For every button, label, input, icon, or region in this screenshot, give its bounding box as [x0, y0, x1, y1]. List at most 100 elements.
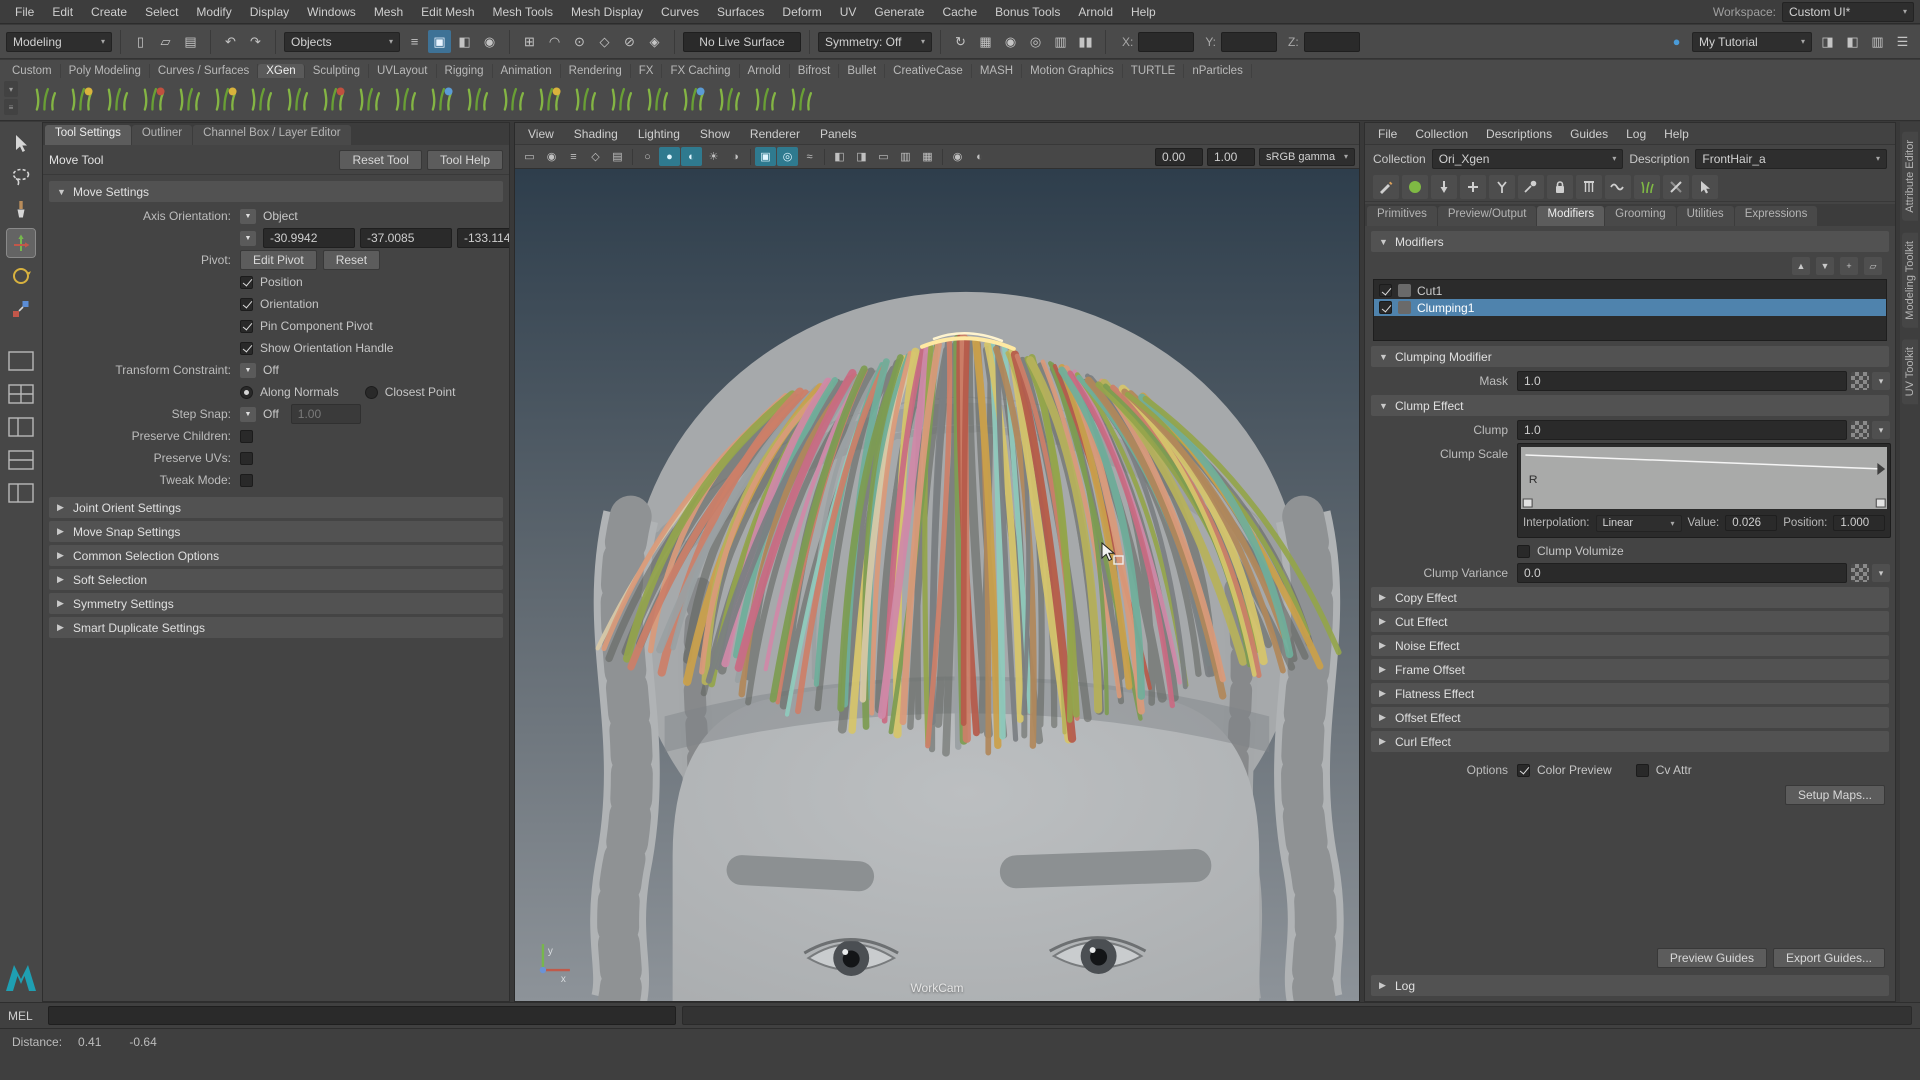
xgen-igs-mirror-icon[interactable]	[748, 82, 782, 116]
tweak-mode-checkbox[interactable]	[240, 474, 253, 487]
shelf-tab-custom[interactable]: Custom	[4, 64, 61, 78]
shelf-tab-bullet[interactable]: Bullet	[839, 64, 885, 78]
xgen-add-guide-icon[interactable]	[208, 82, 242, 116]
preserve-uvs-checkbox[interactable]	[240, 452, 253, 465]
paint-select-tool-icon[interactable]	[7, 196, 35, 224]
workspace-panes-icon[interactable]: ☰	[1891, 30, 1914, 53]
sidebar-toggle-icon[interactable]: ◨	[1816, 30, 1839, 53]
viewport-menu-show[interactable]: Show	[691, 127, 739, 141]
open-render-view-icon[interactable]: ▦	[974, 30, 997, 53]
viewport-menu-shading[interactable]: Shading	[565, 127, 627, 141]
snap-to-grid-icon[interactable]: ⊞	[518, 30, 541, 53]
viewport-canvas[interactable]: y x WorkCam	[515, 169, 1359, 1001]
lock-guides-icon[interactable]	[1547, 175, 1573, 199]
xgen-comb-brush-icon[interactable]	[280, 82, 314, 116]
render-settings-icon[interactable]: ▥	[1049, 30, 1072, 53]
xgen-tab-expressions[interactable]: Expressions	[1735, 206, 1818, 226]
xgen-export-patches-icon[interactable]	[604, 82, 638, 116]
menu-mesh-tools[interactable]: Mesh Tools	[484, 5, 562, 19]
section-modifiers[interactable]: ▼ Modifiers	[1371, 231, 1889, 252]
along-normals-radio[interactable]	[240, 386, 253, 399]
section-move-snap-settings[interactable]: ▶Move Snap Settings	[49, 521, 503, 542]
shelf-tab-mash[interactable]: MASH	[972, 64, 1022, 78]
color-preview-checkbox[interactable]	[1517, 764, 1530, 777]
viewport-menu-panels[interactable]: Panels	[811, 127, 866, 141]
shaded-mode-icon[interactable]: ●	[659, 147, 680, 166]
menu-set-selector[interactable]: Modeling▾	[6, 32, 112, 52]
render-current-frame-icon[interactable]: ◉	[999, 30, 1022, 53]
highlight-selection-icon[interactable]: ◉	[478, 30, 501, 53]
clump-input[interactable]: 1.0	[1517, 420, 1847, 440]
resolution-gate-icon[interactable]: ▭	[873, 147, 894, 166]
isolate-select-icon[interactable]: ◧	[829, 147, 850, 166]
panel-tab-tool-settings[interactable]: Tool Settings	[45, 125, 131, 145]
section-log[interactable]: ▶ Log	[1371, 975, 1889, 996]
transform-constraint-dropdown-icon[interactable]: ▼	[240, 363, 256, 378]
xgen-tab-modifiers[interactable]: Modifiers	[1537, 206, 1604, 226]
mask-options-icon[interactable]: ▾	[1872, 372, 1890, 390]
move-modifier-up-icon[interactable]: ▲	[1792, 257, 1810, 275]
workspace-selector[interactable]: Custom UI* ▾	[1782, 2, 1914, 22]
section-move-settings[interactable]: ▼ Move Settings	[49, 181, 503, 202]
section-common-selection-options[interactable]: ▶Common Selection Options	[49, 545, 503, 566]
reset-pivot-button[interactable]: Reset	[323, 250, 380, 270]
collection-selector[interactable]: Ori_Xgen ▾	[1432, 149, 1624, 169]
export-guides-button[interactable]: Export Guides...	[1773, 948, 1885, 968]
modifier-item-clumping1[interactable]: Clumping1	[1374, 299, 1886, 316]
menu-edit[interactable]: Edit	[43, 5, 82, 19]
bookmarks-icon[interactable]: ◇	[585, 147, 606, 166]
move-tool-icon[interactable]	[7, 229, 35, 257]
menu-modify[interactable]: Modify	[187, 5, 240, 19]
clump-variance-options-icon[interactable]: ▾	[1872, 564, 1890, 582]
xgen-menu-file[interactable]: File	[1369, 127, 1406, 141]
axis-z-input[interactable]: -133.1149	[457, 228, 509, 248]
viewport-select-icon[interactable]: ▭	[519, 147, 540, 166]
clump-options-icon[interactable]: ▾	[1872, 421, 1890, 439]
xgen-igs-sculpt-icon[interactable]	[712, 82, 746, 116]
menu-surfaces[interactable]: Surfaces	[708, 5, 773, 19]
orientation-checkbox[interactable]	[240, 298, 253, 311]
four-pane-layout-icon[interactable]	[7, 380, 35, 408]
clump-map-icon[interactable]	[1851, 421, 1869, 439]
shelf-tab-poly-modeling[interactable]: Poly Modeling	[61, 64, 150, 78]
select-by-hierarchy-icon[interactable]: ≡	[403, 30, 426, 53]
camera-lock-icon[interactable]: ◉	[541, 147, 562, 166]
show-orientation-handle-checkbox[interactable]	[240, 342, 253, 355]
pin-component-pivot-checkbox[interactable]	[240, 320, 253, 333]
shelf-tab-motion-graphics[interactable]: Motion Graphics	[1022, 64, 1123, 78]
xgen-noise-modifier-icon[interactable]	[388, 82, 422, 116]
xgen-move-guide-icon[interactable]	[244, 82, 278, 116]
section-noise-effect[interactable]: ▶Noise Effect	[1371, 635, 1889, 656]
menu-select[interactable]: Select	[136, 5, 187, 19]
motion-blur-icon[interactable]: ≈	[799, 147, 820, 166]
axis-x-input[interactable]: -30.9942	[263, 228, 355, 248]
dock-tab-attribute-editor[interactable]: Attribute Editor	[1902, 132, 1918, 221]
viewport-menu-view[interactable]: View	[519, 127, 563, 141]
xgen-tab-utilities[interactable]: Utilities	[1677, 206, 1734, 226]
single-pane-layout-icon[interactable]	[7, 347, 35, 375]
add-guides-icon[interactable]	[1460, 175, 1486, 199]
axis-orientation-dropdown-icon[interactable]: ▼	[240, 209, 256, 224]
select-by-object-icon[interactable]: ▣	[428, 30, 451, 53]
select-tool-icon[interactable]	[7, 130, 35, 158]
x-coordinate-input[interactable]	[1138, 32, 1194, 52]
contrast-icon[interactable]: ◐	[969, 147, 990, 166]
xgen-menu-guides[interactable]: Guides	[1561, 127, 1617, 141]
xgen-import-patches-icon[interactable]	[640, 82, 674, 116]
ambient-occlusion-icon[interactable]: ◎	[777, 147, 798, 166]
menu-curves[interactable]: Curves	[652, 5, 708, 19]
menu-cache[interactable]: Cache	[933, 5, 986, 19]
snap-to-projected-center-icon[interactable]: ◇	[593, 30, 616, 53]
xgen-menu-collection[interactable]: Collection	[1406, 127, 1477, 141]
axis-values-expander-icon[interactable]: ▼	[240, 231, 256, 246]
xgen-igs-select-icon[interactable]	[784, 82, 818, 116]
panel-tab-channel-box-layer-editor[interactable]: Channel Box / Layer Editor	[193, 125, 350, 145]
panel-tab-outliner[interactable]: Outliner	[132, 125, 192, 145]
section-cut-effect[interactable]: ▶Cut Effect	[1371, 611, 1889, 632]
snap-to-view-plane-icon[interactable]: ⊘	[618, 30, 641, 53]
modifier-enabled-checkbox[interactable]	[1379, 301, 1392, 314]
viewport-menu-lighting[interactable]: Lighting	[629, 127, 689, 141]
closest-point-radio[interactable]	[365, 386, 378, 399]
section-symmetry-settings[interactable]: ▶Symmetry Settings	[49, 593, 503, 614]
shelf-tab-bifrost[interactable]: Bifrost	[790, 64, 840, 78]
